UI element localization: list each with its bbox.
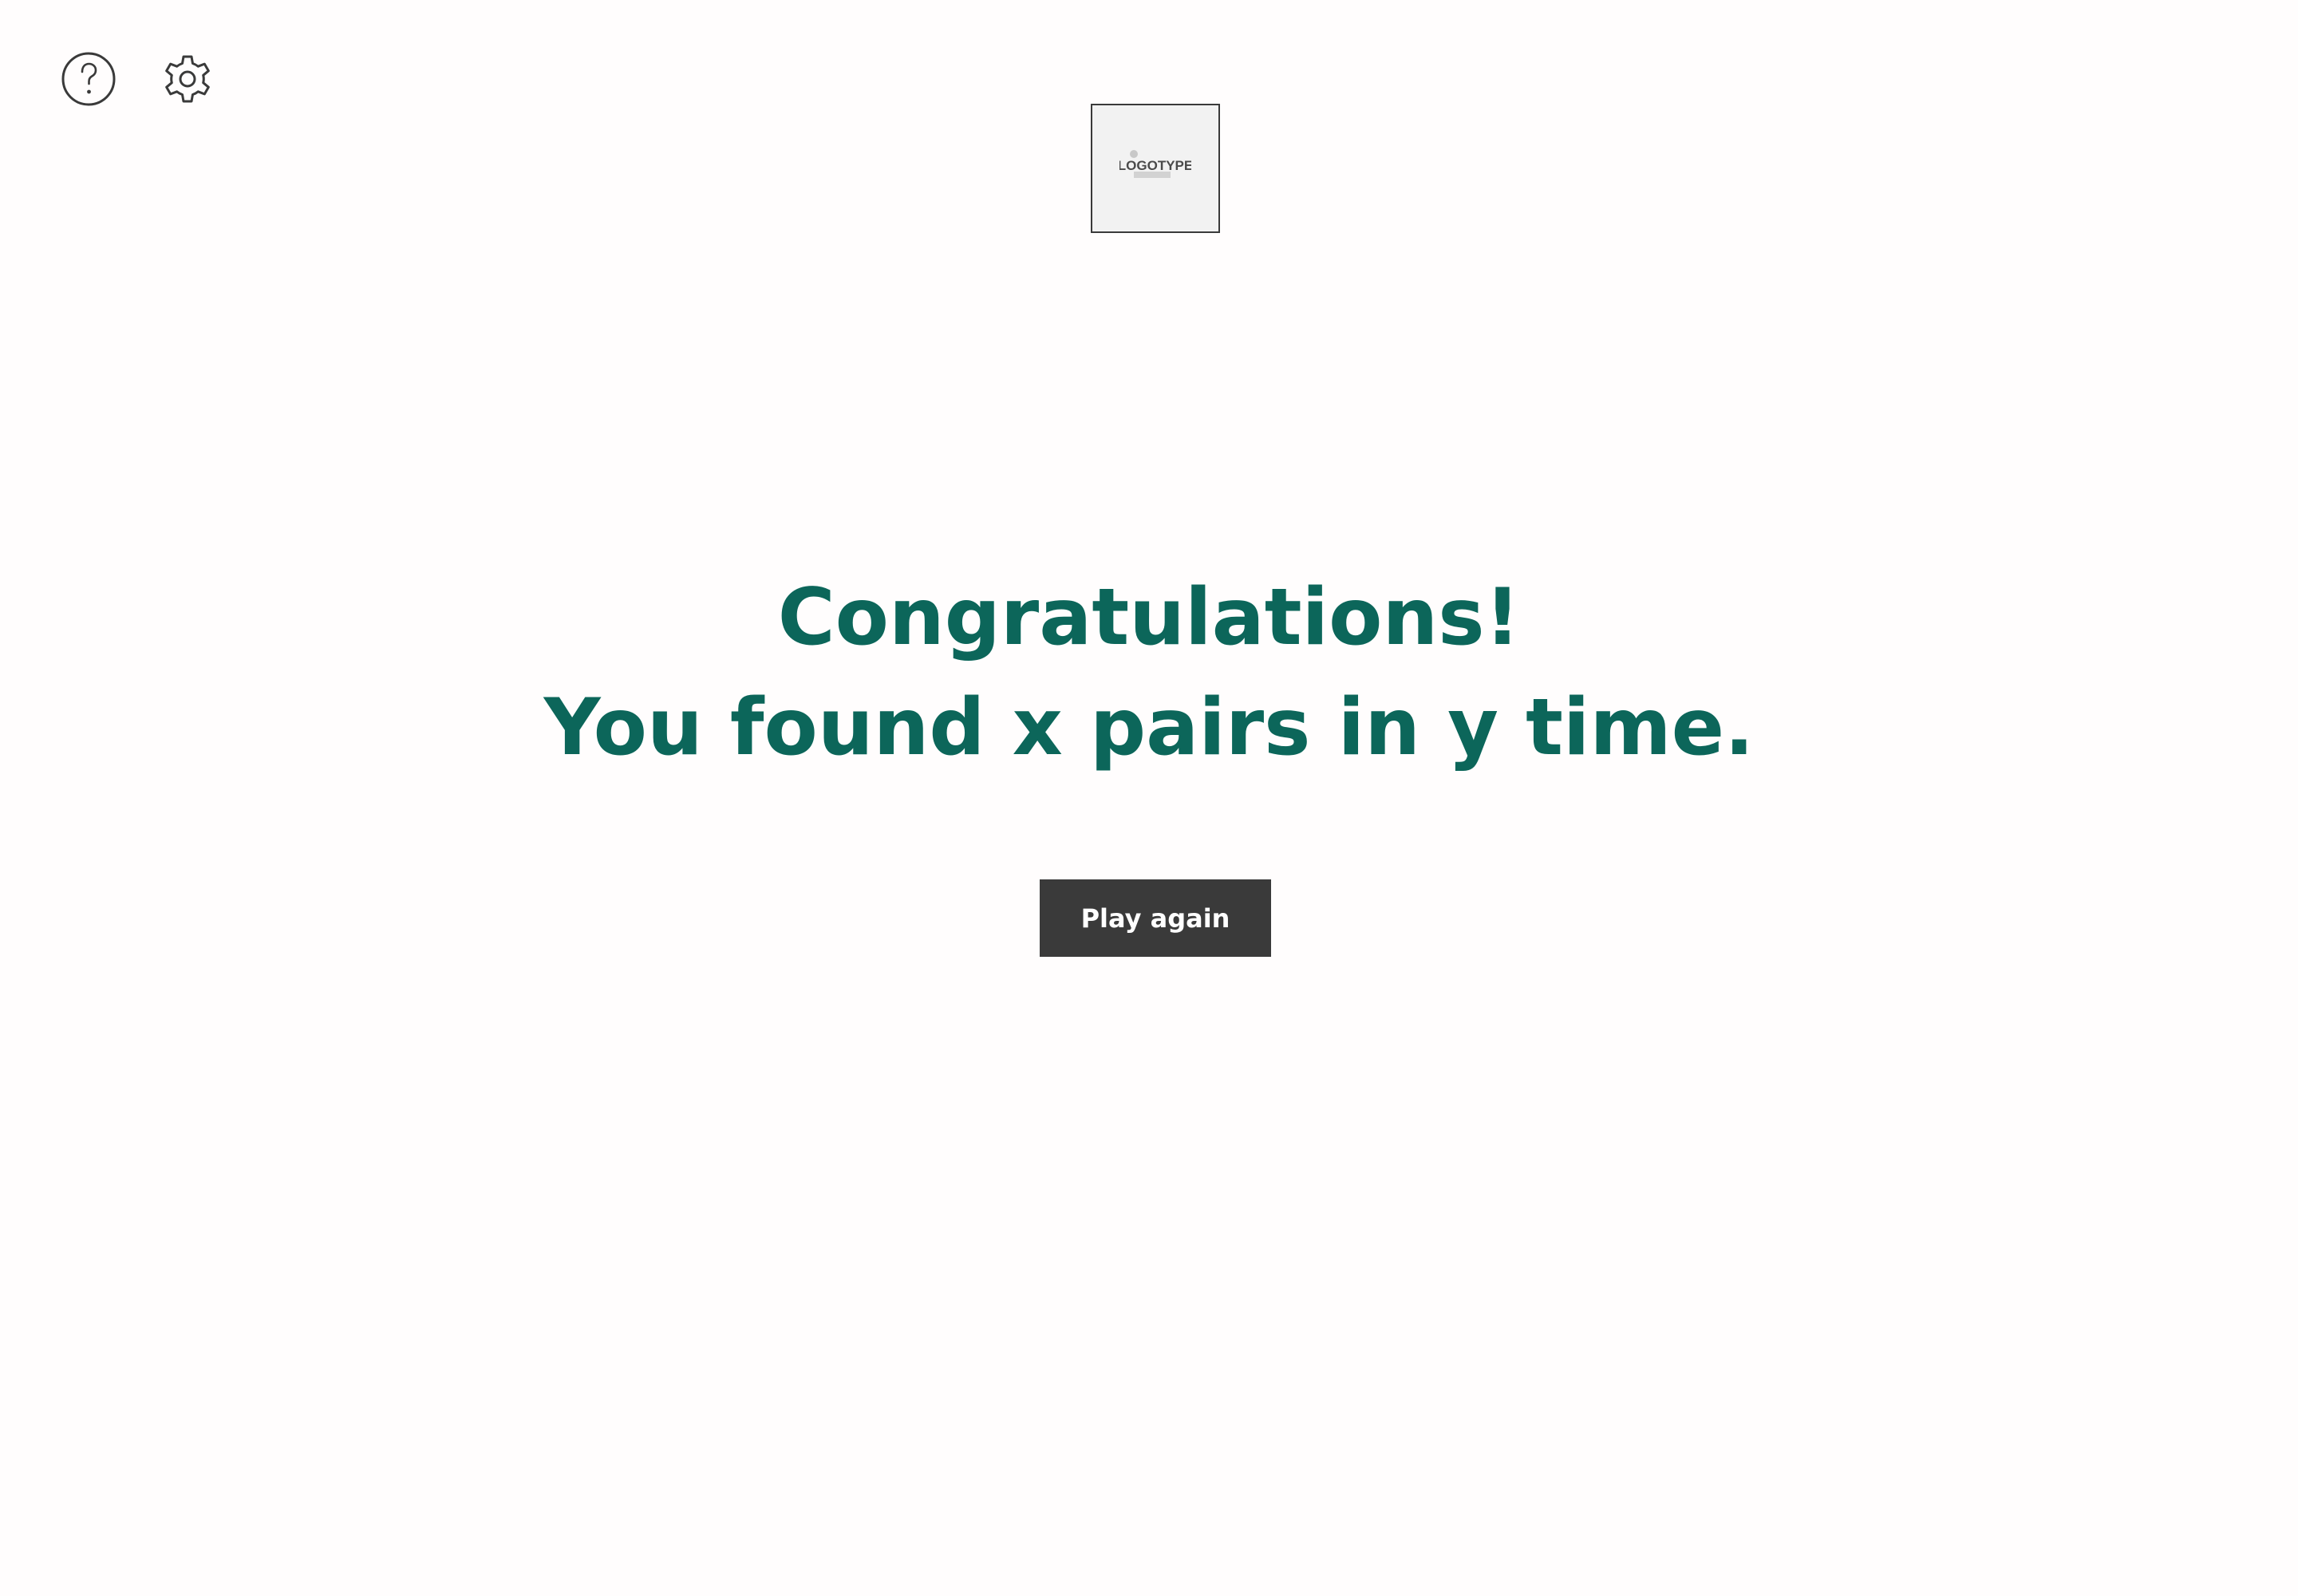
help-icon: [61, 52, 116, 106]
result-message: Congratulations! You found x pairs in y …: [0, 563, 2298, 783]
play-again-button[interactable]: Play again: [1040, 879, 1271, 957]
settings-button[interactable]: [159, 50, 216, 108]
gear-icon: [165, 55, 210, 103]
result-summary: You found x pairs in y time.: [543, 682, 1755, 773]
top-toolbar: [60, 50, 216, 108]
svg-text:LOGOTYPE: LOGOTYPE: [1119, 158, 1191, 173]
logo: LOGOTYPE: [1091, 104, 1220, 233]
congratulations-heading: Congratulations!: [777, 572, 1521, 663]
logo-image: LOGOTYPE: [1119, 150, 1191, 178]
help-button[interactable]: [60, 50, 117, 108]
